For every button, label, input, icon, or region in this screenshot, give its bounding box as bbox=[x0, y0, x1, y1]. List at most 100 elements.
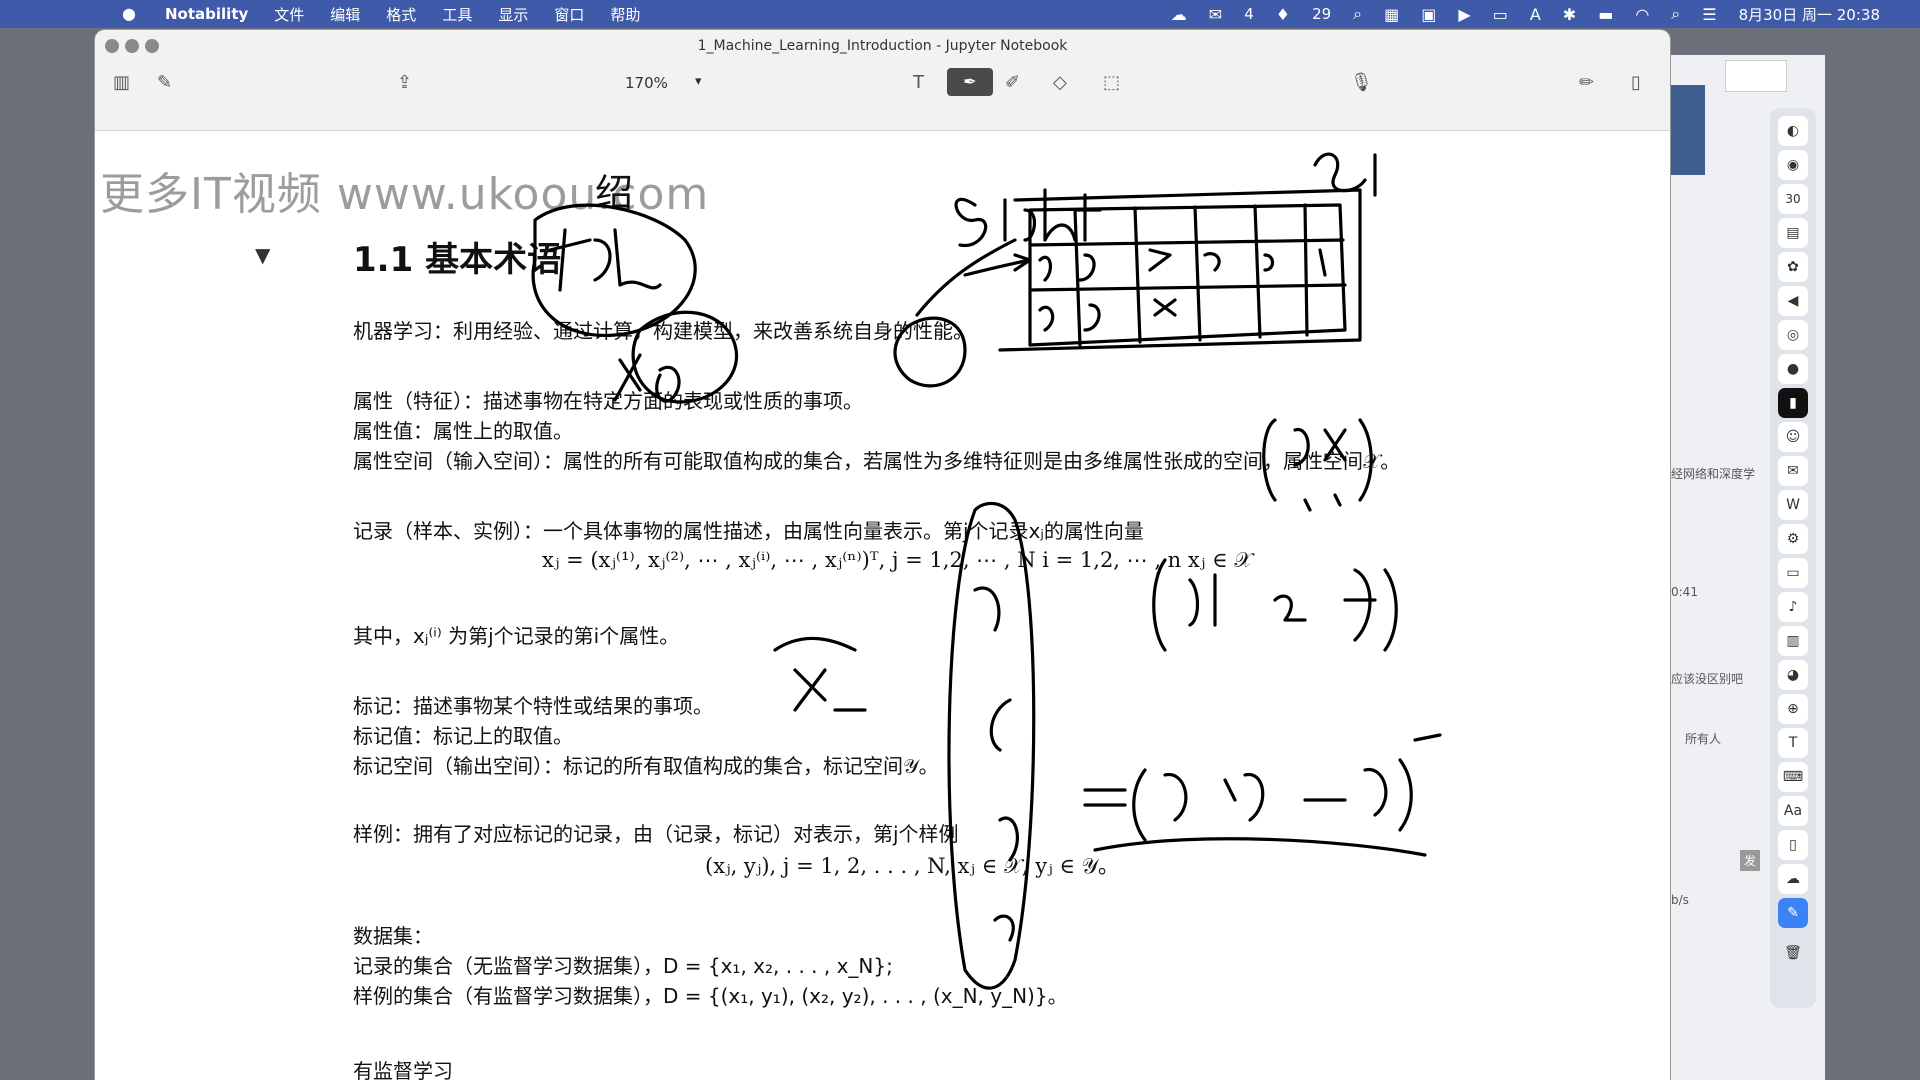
microphone-icon[interactable]: 🎙 bbox=[1350, 72, 1373, 93]
ink-set-numbers bbox=[1152, 558, 1398, 652]
menu-edit[interactable]: 编辑 bbox=[330, 4, 360, 25]
eraser-tool-icon[interactable]: ◇ bbox=[1053, 72, 1067, 93]
background-app-panel bbox=[1665, 85, 1705, 175]
wechat-icon[interactable]: ✉ bbox=[1209, 5, 1222, 24]
menu-file[interactable]: 文件 bbox=[274, 4, 304, 25]
dock-book-icon[interactable]: ▥ bbox=[1778, 626, 1808, 656]
heading-fragment: 绍 bbox=[595, 171, 634, 215]
dock-reader-icon[interactable]: ▯ bbox=[1778, 830, 1808, 860]
dock-settings-icon[interactable]: ⚙ bbox=[1778, 524, 1808, 554]
dock-text-icon[interactable]: T bbox=[1778, 728, 1808, 758]
battery-icon[interactable]: ▬ bbox=[1598, 5, 1613, 24]
example-definition: 样例：拥有了对应标记的记录，由（记录，标记）对表示，第j个样例 bbox=[353, 822, 959, 846]
dock-dictionary-icon[interactable]: Aa bbox=[1778, 796, 1808, 826]
notability-window: 1_Machine_Learning_Introduction - Jupyte… bbox=[95, 30, 1670, 1080]
bluetooth-icon[interactable]: ✱ bbox=[1563, 5, 1576, 24]
dock-qq-icon[interactable]: ☺ bbox=[1778, 422, 1808, 452]
dock-camera-icon[interactable]: ◉ bbox=[1778, 150, 1808, 180]
play-icon[interactable]: ▶ bbox=[1458, 5, 1470, 24]
lasso-tool-icon[interactable]: ⬚ bbox=[1103, 72, 1120, 93]
menu-view[interactable]: 显示 bbox=[498, 4, 528, 25]
label-value-definition: 标记值：标记上的取值。 bbox=[353, 724, 573, 748]
dock-music-icon[interactable]: ♪ bbox=[1778, 592, 1808, 622]
attribute-value-definition: 属性值：属性上的取值。 bbox=[353, 419, 573, 443]
note-canvas[interactable]: 更多IT视频 www.ukoou.com 绍 ▼ 1.1 基本术语 机器学习：利… bbox=[95, 130, 1670, 1080]
attribute-definition: 属性（特征）：描述事物在特定方面的表现或性质的事项。 bbox=[353, 389, 863, 413]
collapse-triangle-icon[interactable]: ▼ bbox=[255, 243, 270, 267]
search-status-icon[interactable]: ⌕ bbox=[1353, 4, 1362, 24]
dock-github-icon[interactable]: ◕ bbox=[1778, 660, 1808, 690]
sidebar-toggle-icon[interactable]: ▥ bbox=[113, 72, 130, 93]
dock-vscode-icon[interactable]: ◀ bbox=[1778, 286, 1808, 316]
dataset-heading: 数据集： bbox=[353, 924, 433, 948]
dock-monitor-icon[interactable]: ▭ bbox=[1778, 558, 1808, 588]
dock-keyboard-icon[interactable]: ⌨ bbox=[1778, 762, 1808, 792]
keyboard-icon[interactable]: ▦ bbox=[1384, 5, 1399, 24]
dock-finder-icon[interactable]: ◐ bbox=[1778, 116, 1808, 146]
wechat-count: 4 bbox=[1244, 5, 1254, 23]
background-text-6: b/s bbox=[1671, 893, 1689, 907]
text-tool-icon[interactable]: T bbox=[913, 72, 924, 93]
pencil-icon[interactable]: ✏ bbox=[1579, 72, 1594, 93]
notification-icon[interactable]: ♦ bbox=[1276, 5, 1290, 24]
menu-window[interactable]: 窗口 bbox=[554, 4, 584, 25]
chevron-down-icon[interactable]: ▾ bbox=[695, 74, 702, 89]
dock-word-icon[interactable]: W bbox=[1778, 490, 1808, 520]
right-dock: ◐ ◉ 30 ▤ ✿ ◀ ◎ ● ▮ ☺ ✉ W ⚙ ▭ ♪ ▥ ◕ ⊕ T ⌨… bbox=[1770, 108, 1816, 1008]
dock-notability-icon[interactable]: ✎ bbox=[1778, 898, 1808, 928]
wifi-icon[interactable]: ◠ bbox=[1635, 5, 1649, 24]
dock-app-icon[interactable]: ● bbox=[1778, 354, 1808, 384]
compose-icon[interactable]: ✎ bbox=[157, 72, 172, 93]
menu-help[interactable]: 帮助 bbox=[610, 4, 640, 25]
ink-vector-transpose bbox=[1083, 733, 1442, 842]
dock-notes-icon[interactable]: ▤ bbox=[1778, 218, 1808, 248]
dock-photos-icon[interactable]: ✿ bbox=[1778, 252, 1808, 282]
notification-count: 29 bbox=[1312, 5, 1332, 23]
dock-calendar-badge: 30 bbox=[1785, 192, 1801, 206]
label-space-definition: 标记空间（输出空间）：标记的所有取值构成的集合，标记空间𝒴。 bbox=[353, 754, 939, 778]
menu-tools[interactable]: 工具 bbox=[442, 4, 472, 25]
input-method-icon[interactable]: A bbox=[1530, 5, 1541, 24]
ink-word-data bbox=[548, 228, 662, 292]
share-icon[interactable]: ⇪ bbox=[397, 72, 412, 93]
ink-table-grid bbox=[1028, 203, 1347, 347]
dock-terminal-icon[interactable]: ▮ bbox=[1778, 388, 1808, 418]
handwritten-annotations bbox=[531, 152, 1442, 990]
control-center-icon[interactable]: ☰ bbox=[1702, 5, 1716, 24]
display-icon[interactable]: ▭ bbox=[1493, 5, 1508, 24]
pen-tool-icon[interactable]: ✒ bbox=[947, 68, 993, 96]
window-title: 1_Machine_Learning_Introduction - Jupyte… bbox=[697, 38, 1068, 54]
highlighter-tool-icon[interactable]: ✐ bbox=[1005, 72, 1020, 93]
example-formula: (xⱼ, yⱼ), j = 1, 2, . . . , N, xⱼ ∈ 𝒳, y… bbox=[705, 854, 1120, 878]
dock-drive-icon[interactable]: ☁ bbox=[1778, 864, 1808, 894]
section-heading: 1.1 基本术语 bbox=[353, 240, 562, 280]
record-formula: xⱼ = (xⱼ⁽¹⁾, xⱼ⁽²⁾, ⋯ , xⱼ⁽ⁱ⁾, ⋯ , xⱼ⁽ⁿ⁾… bbox=[542, 548, 1253, 572]
menu-format[interactable]: 格式 bbox=[386, 4, 416, 25]
background-text-1: 经网络和深度学 bbox=[1671, 467, 1756, 481]
dock-chrome-icon[interactable]: ◎ bbox=[1778, 320, 1808, 350]
spotlight-icon[interactable]: ⌕ bbox=[1671, 4, 1680, 24]
label-definition: 标记：描述事物某个特性或结果的事项。 bbox=[353, 694, 713, 718]
supervised-dataset: 样例的集合（有监督学习数据集），D = {(x₁, y₁), (x₂, y₂),… bbox=[353, 984, 1068, 1008]
cloud-icon[interactable]: ☁ bbox=[1171, 5, 1187, 24]
ink-table-row1 bbox=[1038, 248, 1327, 282]
pages-icon[interactable]: ▯ bbox=[1631, 72, 1641, 93]
ink-word-student bbox=[954, 188, 1102, 247]
attribute-space-definition: 属性空间（输入空间）：属性的所有可能取值构成的集合，若属性为多维特征则是由多维属… bbox=[353, 449, 1401, 473]
menu-app-name[interactable]: Notability bbox=[165, 5, 248, 23]
dock-network-icon[interactable]: ⊕ bbox=[1778, 694, 1808, 724]
background-text-2: 0:41 bbox=[1671, 585, 1698, 599]
dock-trash-icon[interactable]: 🗑 bbox=[1778, 938, 1808, 968]
apple-icon[interactable]: ● bbox=[122, 4, 136, 23]
ink-vector-underline bbox=[1093, 837, 1427, 857]
record-definition: 记录（样本、实例）：一个具体事物的属性描述，由属性向量表示。第j个记录xⱼ的属性… bbox=[353, 519, 1144, 543]
ink-annotation-top-right bbox=[1313, 152, 1377, 197]
dock-calendar-icon[interactable]: 30 bbox=[1778, 184, 1808, 214]
dock-wechat-icon[interactable]: ✉ bbox=[1778, 456, 1808, 486]
next-section-heading: 有监督学习 bbox=[353, 1059, 453, 1080]
background-text-3: 应该没区别吧 bbox=[1671, 672, 1744, 686]
clipboard-icon[interactable]: ▣ bbox=[1421, 5, 1436, 24]
unsupervised-dataset: 记录的集合（无监督学习数据集），D = {x₁, x₂, . . . , x_N… bbox=[353, 954, 893, 978]
zoom-level[interactable]: 170% bbox=[625, 74, 668, 92]
background-app-button bbox=[1725, 60, 1787, 92]
